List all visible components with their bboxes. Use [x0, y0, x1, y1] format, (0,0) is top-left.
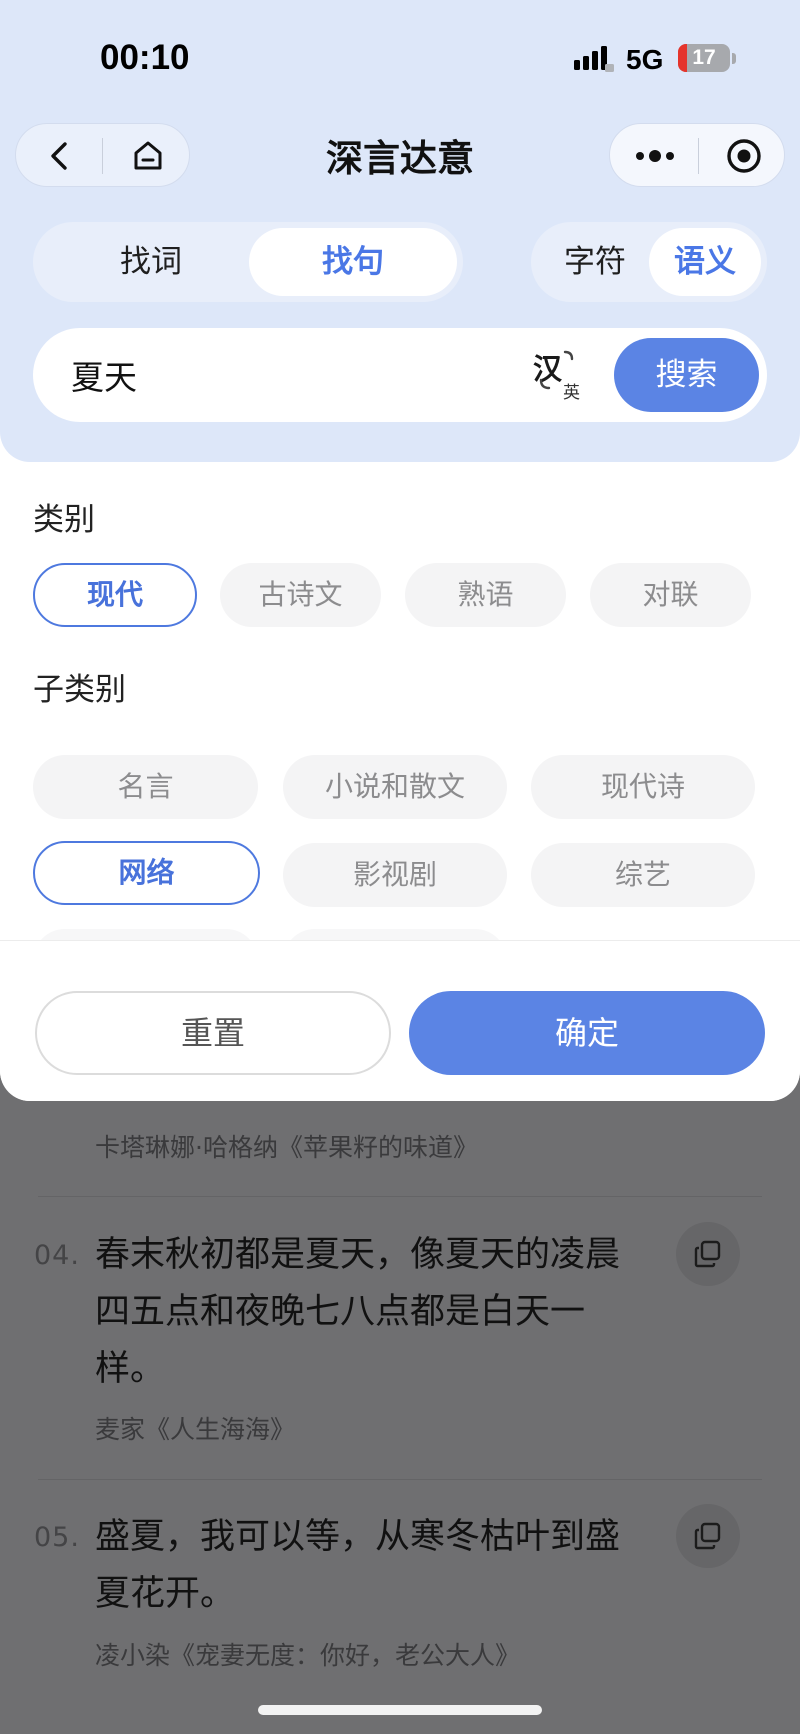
chip-subcategory-fiction-prose[interactable]: 小说和散文 — [283, 755, 507, 819]
network-label: 5G — [626, 44, 664, 75]
result-text-line: 样。 — [95, 1349, 166, 1389]
result-text[interactable]: 春末秋初都是夏天，像夏天的凌晨 四五点和夜晚七八点都是白天一 样。 — [95, 1227, 655, 1398]
result-text-line: 春末秋初都是夏天，像夏天的凌晨 — [95, 1235, 621, 1275]
chip-category-classical[interactable]: 古诗文 — [220, 563, 381, 627]
capsule-separator — [698, 138, 699, 174]
close-miniprogram-icon[interactable] — [724, 136, 764, 176]
header-area: 00:10 5G 17 深言达意 找词 找句 字符 语义 夏天 汉 英 搜索 — [0, 0, 800, 462]
back-icon[interactable] — [42, 138, 78, 174]
more-icon[interactable] — [632, 138, 678, 174]
chip-subcategory-film-tv[interactable]: 影视剧 — [283, 843, 507, 907]
home-icon[interactable] — [128, 136, 168, 176]
signal-icon — [574, 46, 614, 72]
tab-character-match[interactable]: 字符 — [547, 222, 643, 302]
result-author: 卡塔琳娜·哈格纳《苹果籽的味道》 — [95, 1133, 478, 1162]
result-divider — [38, 1196, 762, 1197]
result-number: 05. — [34, 1522, 80, 1553]
match-tabs: 字符 语义 — [531, 222, 767, 302]
subcategory-label: 子类别 — [33, 672, 126, 708]
page-title: 深言达意 — [326, 137, 474, 180]
confirm-button[interactable]: 确定 — [409, 991, 765, 1075]
copy-icon — [694, 1522, 721, 1550]
battery-level: 17 — [692, 46, 716, 69]
tab-find-word[interactable]: 找词 — [61, 222, 241, 302]
mode-tabs: 找词 找句 — [33, 222, 463, 302]
search-input[interactable] — [71, 346, 451, 404]
home-indicator[interactable] — [258, 1705, 542, 1715]
nav-capsule-left — [15, 123, 190, 187]
chip-category-modern[interactable]: 现代 — [33, 563, 197, 627]
chip-subcategory-modern-poetry[interactable]: 现代诗 — [531, 755, 755, 819]
copy-button[interactable] — [676, 1222, 740, 1286]
result-text-line: 四五点和夜晚七八点都是白天一 — [95, 1292, 586, 1332]
filter-sheet: 00:10 5G 17 深言达意 找词 找句 字符 语义 夏天 汉 英 搜索 类… — [0, 0, 800, 1101]
result-author: 凌小染《宠妻无度：你好，老公大人》 — [95, 1641, 521, 1670]
result-text-line: 盛夏，我可以等，从寒冬枯叶到盛 — [95, 1517, 621, 1557]
reset-button[interactable]: 重置 — [35, 991, 391, 1075]
language-toggle[interactable]: 汉 英 — [533, 346, 593, 404]
capsule-separator — [102, 138, 103, 174]
nav-capsule-right — [609, 123, 785, 187]
result-author: 麦家《人生海海》 — [95, 1415, 296, 1444]
tab-semantic-match[interactable]: 语义 — [649, 228, 761, 296]
status-time: 00:10 — [100, 38, 190, 77]
result-text[interactable]: 盛夏，我可以等，从寒冬枯叶到盛 夏花开。 — [95, 1509, 655, 1623]
lang-secondary: 英 — [563, 383, 580, 403]
battery-indicator: 17 — [678, 44, 730, 72]
chip-category-idiom[interactable]: 熟语 — [405, 563, 566, 627]
search-button[interactable]: 搜索 — [614, 338, 759, 412]
result-text-line: 夏花开。 — [95, 1574, 236, 1614]
chip-subcategory-quotes[interactable]: 名言 — [33, 755, 258, 819]
copy-button[interactable] — [676, 1504, 740, 1568]
result-number: 04. — [34, 1240, 80, 1271]
chip-category-couplet[interactable]: 对联 — [590, 563, 751, 627]
chip-subcategory-internet[interactable]: 网络 — [33, 841, 260, 905]
result-divider — [38, 1479, 762, 1480]
copy-icon — [694, 1240, 721, 1268]
tab-find-sentence[interactable]: 找句 — [249, 228, 457, 296]
battery-cap — [732, 53, 736, 64]
category-label: 类别 — [33, 502, 95, 538]
chip-subcategory-variety[interactable]: 综艺 — [531, 843, 755, 907]
search-bar: 汉 英 搜索 — [33, 328, 767, 422]
